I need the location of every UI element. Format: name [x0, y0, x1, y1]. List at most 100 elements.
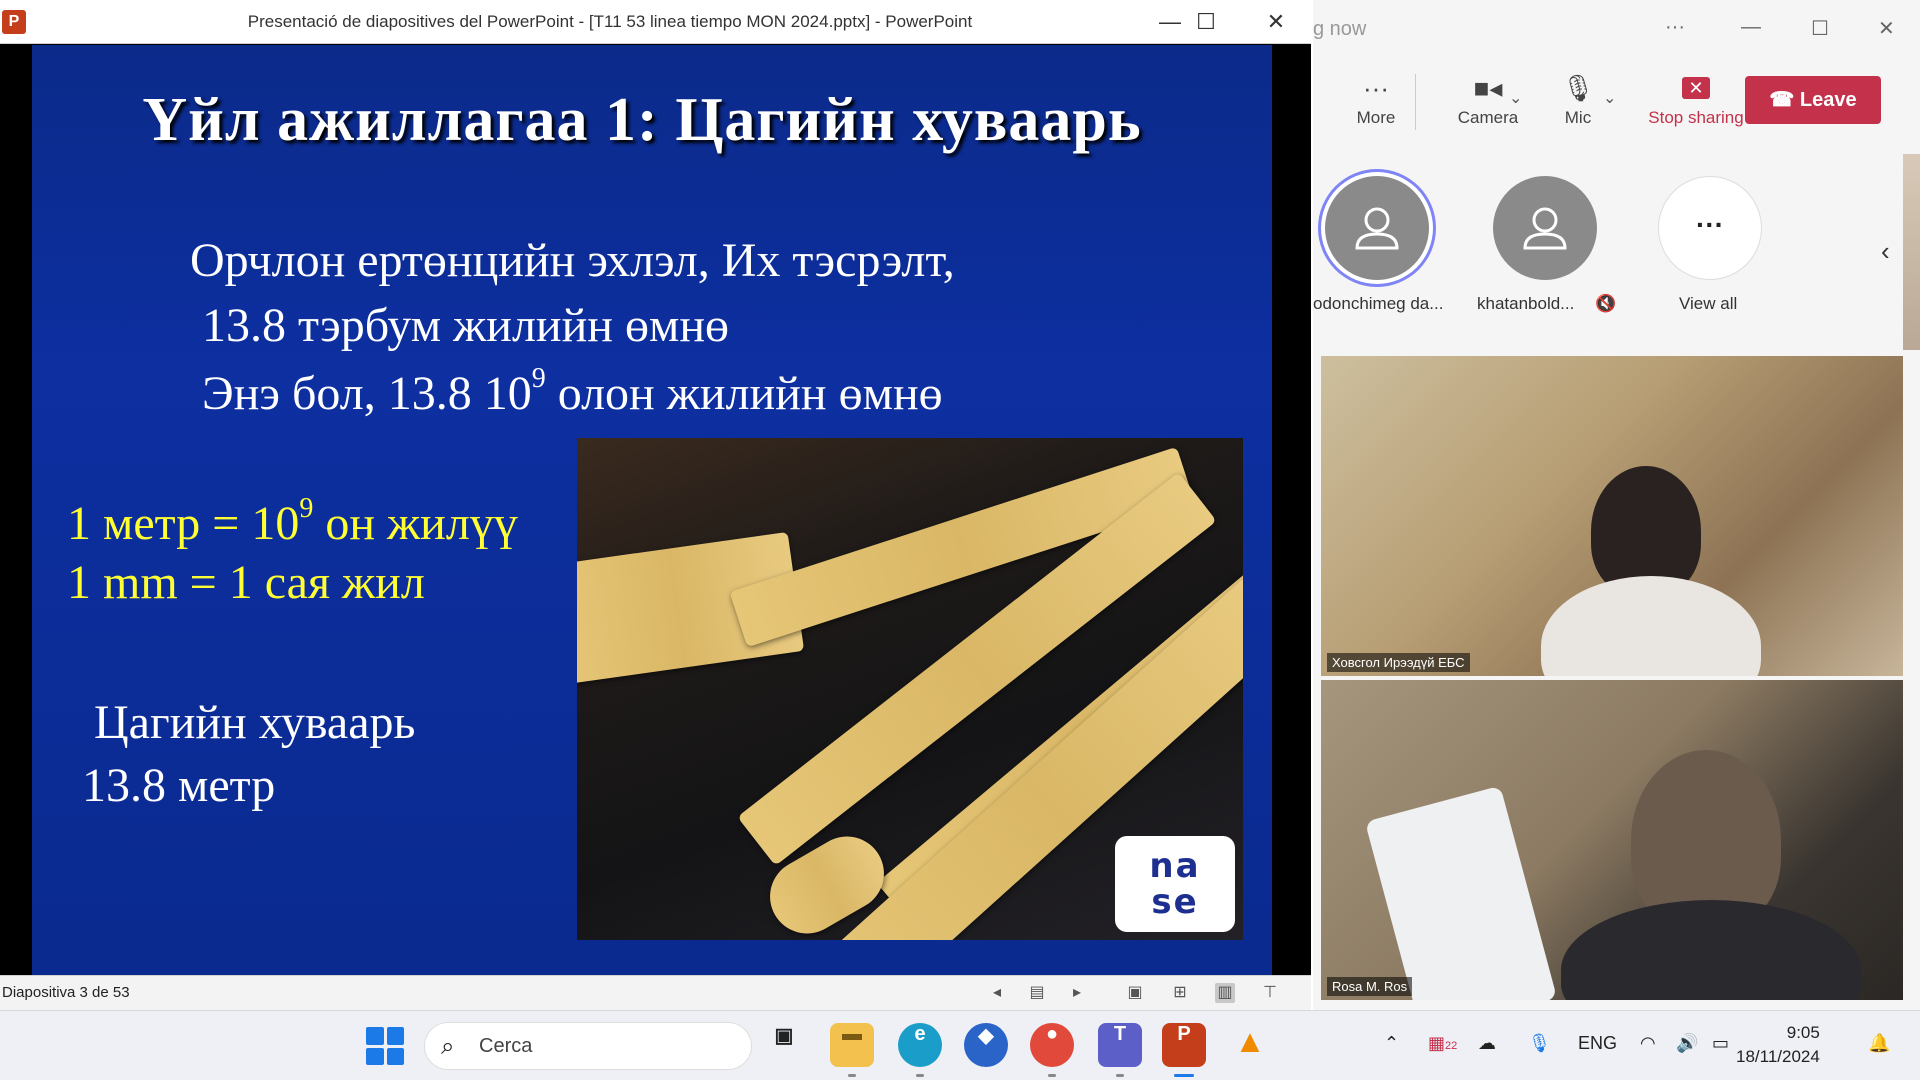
start-button[interactable] [366, 1027, 404, 1065]
slide-yellow-line-1-exponent: 9 [299, 493, 314, 524]
slide-yellow-line-1-post: он жилүү [313, 497, 518, 550]
close-button[interactable]: ✕ [1242, 0, 1310, 44]
battery-icon[interactable]: ▭ [1712, 1033, 1729, 1054]
participant-name-1: odonchimeg da... [1313, 294, 1444, 313]
start-logo-tile [386, 1027, 404, 1045]
teams-minimize-button[interactable]: — [1741, 16, 1761, 39]
slide-text-line-2: 13.8 тэрбум жилийн өмнө [202, 299, 730, 352]
teams-window-title: g now [1313, 18, 1367, 40]
slide-yellow-line-1: 1 метр = 109 он жилүү [67, 493, 518, 551]
participant-video-held-paper [1364, 785, 1558, 1000]
maximize-button[interactable]: ☐ [1172, 0, 1240, 44]
teams-more-options-icon[interactable]: ··· [1665, 16, 1685, 39]
normal-view-icon[interactable]: ▣ [1125, 983, 1145, 1003]
participant-video-1[interactable]: Ховсгол Ирээдүй ЕБС [1321, 356, 1903, 676]
view-all-label: View all [1679, 294, 1738, 313]
participant-video-2[interactable]: Rosa M. Ros [1321, 680, 1903, 1000]
start-logo-tile [386, 1047, 404, 1065]
slide-text-line-4: Цагийн хуваарь [94, 696, 416, 749]
task-view-icon[interactable]: ▣ [762, 1023, 806, 1067]
video-label-1: Ховсгол Ирээдүй ЕБС [1327, 653, 1470, 672]
nase-logo: na se [1115, 836, 1235, 932]
camera-icon: ■◂ [1473, 73, 1503, 103]
camera-button[interactable]: ■◂ Camera [1433, 68, 1543, 128]
slide-text-line-3: Энэ бол, 13.8 109 олон жилийн өмнө [202, 363, 943, 421]
slide-text-line-3-exponent: 9 [531, 363, 546, 394]
participants-prev-chevron-icon[interactable]: ‹ [1881, 236, 1890, 267]
participants-strip: odonchimeg da... khatanbold... 🔇 ··· Vie… [1313, 146, 1920, 354]
slide-yellow-line-1-pre: 1 метр = 10 [67, 497, 300, 550]
calendar-badge-count: 22 [1445, 1040, 1458, 1052]
taskbar-search[interactable]: ⌕ Cerca [424, 1022, 752, 1070]
calendar-badge-icon[interactable]: ▦22 [1428, 1033, 1457, 1054]
powerpoint-taskbar-icon[interactable]: P [1162, 1023, 1206, 1077]
slide-photo-paper-timeline: na se [577, 438, 1243, 940]
more-icon: ··· [1363, 73, 1389, 103]
vlc-icon[interactable]: ▲ [1228, 1023, 1272, 1067]
taskbar: ⌕ Cerca ▣ ▬ e ◆ ● T P ▲ ⌃ ▦22 ☁ 🎙 ENG ◠ … [0, 1010, 1920, 1080]
teams-icon[interactable]: T [1098, 1023, 1142, 1077]
slide-text-line-1: Орчлон ертөнцийн эхлэл, Их тэсрэлт, [190, 234, 955, 287]
leave-button[interactable]: ☎ Leave [1745, 76, 1881, 124]
slide-counter: Diapositiva 3 de 53 [2, 984, 130, 1001]
language-indicator[interactable]: ENG [1578, 1033, 1617, 1054]
clock[interactable]: 9:05 18/11/2024 [1736, 1021, 1820, 1069]
file-explorer-icon[interactable]: ▬ [830, 1023, 874, 1077]
powerpoint-app-icon[interactable]: P [2, 10, 26, 34]
leave-label: Leave [1799, 89, 1857, 111]
slide-text-line-3-post: олон жилийн өмнө [545, 367, 943, 420]
window-title: Presentació de diapositives del PowerPoi… [247, 12, 973, 31]
nase-logo-text-bottom: se [1151, 882, 1199, 922]
nase-logo-text-top: na [1149, 846, 1201, 886]
slide-area[interactable]: Үйл ажиллагаа 1: Цагийн хуваарь Орчлон е… [0, 45, 1311, 975]
person-icon [1355, 207, 1399, 250]
camera-options-chevron-icon[interactable]: ⌄ [1509, 88, 1522, 108]
shield-app-icon[interactable]: ◆ [964, 1023, 1008, 1067]
slideshow-icon[interactable]: ⊤ [1260, 983, 1280, 1003]
start-logo-tile [366, 1027, 384, 1045]
mic-label: Mic [1564, 108, 1592, 127]
teams-maximize-button[interactable]: ☐ [1811, 16, 1829, 41]
volume-icon[interactable]: 🔊 [1676, 1033, 1698, 1054]
clock-time: 9:05 [1786, 1023, 1820, 1042]
participant-video-person-body [1561, 900, 1861, 1000]
more-button[interactable]: ··· More [1341, 68, 1411, 128]
more-label: More [1356, 108, 1396, 127]
microphone-tray-icon[interactable]: 🎙 [1528, 1033, 1551, 1054]
onedrive-icon[interactable]: ☁ [1478, 1033, 1496, 1054]
participant-avatar-1[interactable] [1325, 176, 1429, 280]
search-placeholder: Cerca [479, 1035, 533, 1057]
slide-sorter-icon[interactable]: ⊞ [1170, 983, 1190, 1003]
slide: Үйл ажиллагаа 1: Цагийн хуваарь Орчлон е… [32, 45, 1272, 975]
clock-date: 18/11/2024 [1736, 1047, 1820, 1066]
notifications-icon[interactable]: 🔔 [1868, 1033, 1890, 1054]
video-label-2: Rosa M. Ros [1327, 977, 1413, 996]
teams-meeting-window: g now ··· — ☐ ✕ ··· More ■◂ Camera ⌄ 🎙 M… [1313, 0, 1920, 1010]
chrome-icon[interactable]: ● [1030, 1023, 1074, 1077]
reading-view-icon[interactable]: ▥ [1215, 983, 1235, 1003]
wifi-icon[interactable]: ◠ [1640, 1033, 1656, 1054]
participant-thumbnail-partial [1903, 154, 1920, 350]
slide-menu-icon[interactable]: ▤ [1027, 983, 1047, 1003]
mic-options-chevron-icon[interactable]: ⌄ [1603, 88, 1616, 108]
person-icon [1523, 207, 1567, 250]
muted-mic-icon: 🔇 [1595, 294, 1617, 313]
edge-icon[interactable]: e [898, 1023, 942, 1077]
previous-slide-icon[interactable]: ◂ [987, 983, 1007, 1003]
tray-chevron-icon[interactable]: ⌃ [1384, 1033, 1399, 1054]
view-all-button[interactable]: ··· [1658, 176, 1762, 280]
powerpoint-titlebar: P Presentació de diapositives del PowerP… [0, 0, 1311, 44]
slide-yellow-line-2: 1 mm = 1 сая жил [67, 556, 425, 609]
meeting-toolbar: ··· More ■◂ Camera ⌄ 🎙 Mic ⌄ ✕ Stop shar… [1313, 62, 1920, 146]
slide-text-line-5: 13.8 метр [82, 759, 276, 812]
toolbar-divider [1415, 74, 1416, 130]
participant-name-2: khatanbold... [1477, 294, 1575, 313]
participant-avatar-2[interactable] [1493, 176, 1597, 280]
next-slide-icon[interactable]: ▸ [1067, 983, 1087, 1003]
participant-video-person-body [1541, 576, 1761, 676]
search-icon: ⌕ [441, 1033, 455, 1060]
teams-titlebar: g now ··· — ☐ ✕ [1313, 0, 1920, 62]
slide-title: Үйл ажиллагаа 1: Цагийн хуваарь [142, 86, 1142, 154]
teams-close-button[interactable]: ✕ [1878, 16, 1895, 41]
phone-hangup-icon: ☎ [1769, 89, 1800, 111]
